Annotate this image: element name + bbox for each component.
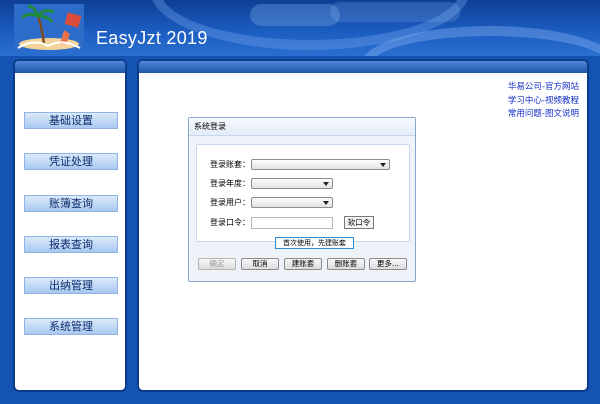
main-header-bar [139,61,587,73]
faq-link[interactable]: 常用问题-图文说明 [508,108,579,122]
help-links: 华易公司-官方网站 学习中心-视频教程 常用问题-图文说明 [508,81,579,122]
header-decoration [250,4,340,26]
sidebar-item-system-management[interactable]: 系统管理 [24,318,118,335]
account-select[interactable] [251,159,390,170]
sidebar-item-cashier-management[interactable]: 出纳管理 [24,277,118,294]
more-button[interactable]: 更多... [369,258,407,270]
year-label: 登录年度： [210,179,250,188]
password-input[interactable] [251,217,333,229]
chevron-down-icon [323,201,329,205]
chevron-down-icon [380,163,386,167]
login-form-group: 登录账套： 登录年度： 登录用户： 登录口令： 软口令 [196,144,410,242]
app-header: EasyJzt 2019 [0,0,600,56]
sidebar-item-ledger-query[interactable]: 账簿查询 [24,195,118,212]
video-tutorial-link[interactable]: 学习中心-视频教程 [508,95,579,109]
account-label: 登录账套： [210,160,250,169]
confirm-button[interactable]: 确定 [198,258,236,270]
chevron-down-icon [323,182,329,186]
first-use-tooltip: 首次使用，先建账套 [275,237,354,249]
sidebar: 基础设置 凭证处理 账簿查询 报表查询 出纳管理 系统管理 [13,59,127,392]
soft-keyboard-button[interactable]: 软口令 [344,216,374,229]
official-website-link[interactable]: 华易公司-官方网站 [508,81,579,95]
cancel-button[interactable]: 取消 [241,258,279,270]
app-title: EasyJzt 2019 [96,28,208,48]
sidebar-item-basic-settings[interactable]: 基础设置 [24,112,118,129]
login-dialog: 系统登录 登录账套： 登录年度： 登录用户： 登录口令： 软口令 确定 取消 建… [188,117,416,282]
delete-account-set-button[interactable]: 删账套 [327,258,365,270]
sidebar-header-bar [15,61,125,73]
year-select[interactable] [251,178,333,189]
sidebar-item-report-query[interactable]: 报表查询 [24,236,118,253]
create-account-set-button[interactable]: 建账套 [284,258,322,270]
password-label: 登录口令： [210,218,250,227]
sidebar-item-voucher-processing[interactable]: 凭证处理 [24,153,118,170]
header-decoration [330,2,460,22]
user-select[interactable] [251,197,333,208]
user-label: 登录用户： [210,198,250,207]
palm-island-logo-icon [14,4,84,50]
dialog-title: 系统登录 [189,118,415,136]
